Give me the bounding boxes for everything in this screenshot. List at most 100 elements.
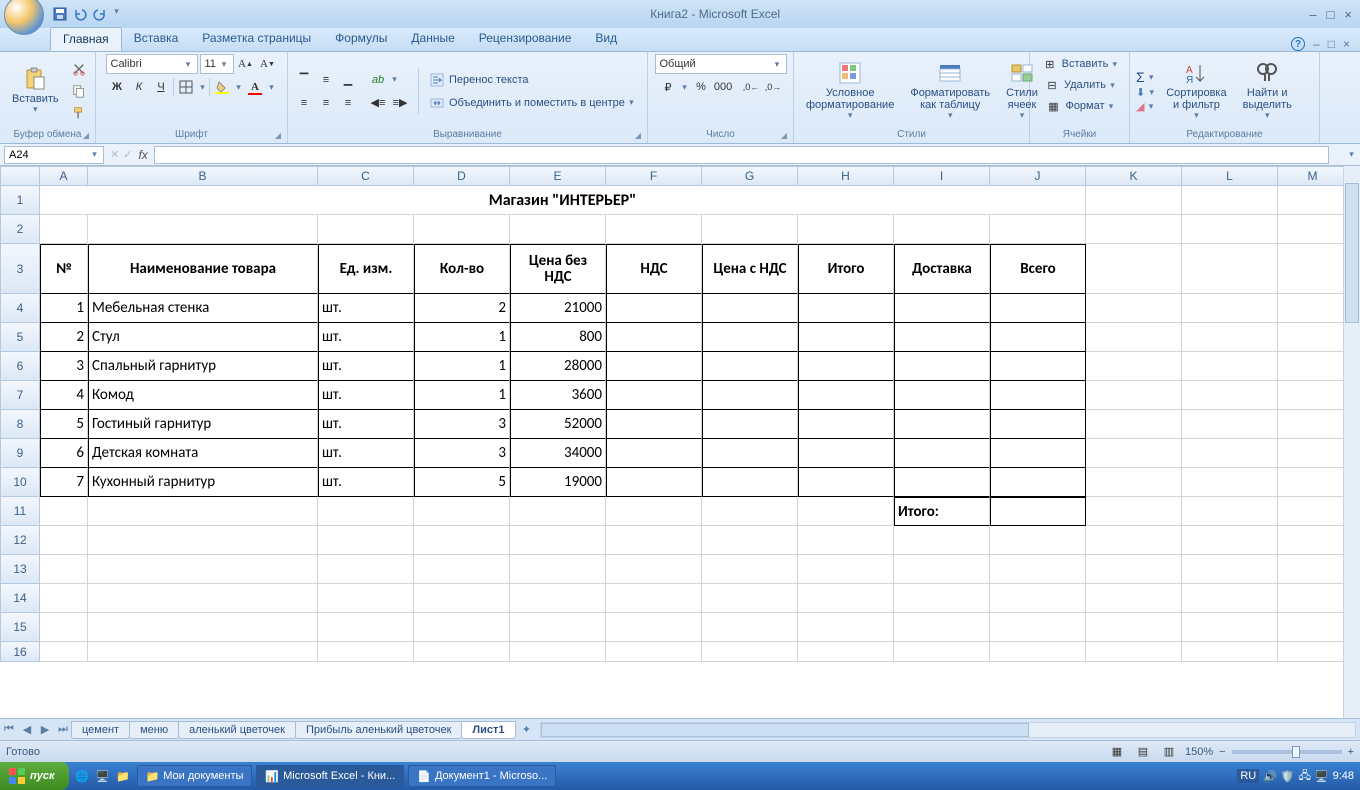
cell[interactable] [1278,526,1348,555]
cell[interactable] [894,613,990,642]
cell[interactable] [1086,381,1182,410]
cell[interactable] [510,497,606,526]
cell[interactable] [1086,323,1182,352]
cell[interactable]: Гостиный гарнитур [88,410,318,439]
cell[interactable] [1086,186,1182,215]
cell[interactable]: Мебельная стенка [88,294,318,323]
ribbon-tab[interactable]: Формулы [323,27,399,51]
ribbon-tab[interactable]: Разметка страницы [190,27,323,51]
shrink-font-button[interactable]: A▼ [258,54,278,74]
dialog-launcher-icon[interactable]: ◢ [83,131,89,140]
cell[interactable] [702,294,798,323]
zoom-slider[interactable] [1232,750,1342,754]
cell[interactable] [510,642,606,662]
cell[interactable] [1278,555,1348,584]
row-header[interactable]: 12 [0,526,40,555]
cell[interactable] [798,323,894,352]
cell[interactable] [40,555,88,584]
cell[interactable] [88,215,318,244]
cell[interactable] [990,497,1086,526]
cell[interactable] [702,526,798,555]
cell[interactable]: 5 [40,410,88,439]
cell[interactable] [1086,555,1182,584]
taskbar-item[interactable]: 📊Microsoft Excel - Кни... [256,765,404,787]
format-cells-button[interactable]: ▦Формат▾ [1043,96,1115,116]
borders-dropdown[interactable]: ▾ [198,82,207,93]
cell[interactable] [894,439,990,468]
clock[interactable]: 9:48 [1333,770,1354,782]
align-left-button[interactable]: ≡ [294,93,314,113]
cell[interactable] [1278,497,1348,526]
cell[interactable] [318,497,414,526]
close-button[interactable]: × [1344,7,1352,22]
fill-color-dropdown[interactable]: ▾ [234,82,243,93]
cell[interactable] [414,497,510,526]
cell[interactable] [1278,584,1348,613]
cell[interactable] [606,381,702,410]
cell[interactable] [1278,613,1348,642]
cell[interactable] [40,642,88,662]
cell[interactable]: Кухонный гарнитур [88,468,318,497]
cell[interactable] [510,526,606,555]
taskbar-item[interactable]: 📁Мои документы [137,765,253,787]
font-name-combo[interactable]: Calibri▾ [106,54,198,74]
cell[interactable] [990,323,1086,352]
cell[interactable]: 1 [414,381,510,410]
fx-icon[interactable]: fx [138,148,147,162]
clear-button[interactable]: ◢▾ [1136,100,1156,113]
cell[interactable]: шт. [318,323,414,352]
cell[interactable]: 6 [40,439,88,468]
cell[interactable]: 7 [40,468,88,497]
cell[interactable] [606,352,702,381]
cell[interactable] [798,439,894,468]
sort-filter-button[interactable]: АЯ Сортировка и фильтр▾ [1160,59,1232,123]
align-top-button[interactable]: ▔ [294,70,314,90]
cell[interactable] [1182,613,1278,642]
tray-icon[interactable]: 🔊 [1263,770,1277,783]
cell[interactable] [88,584,318,613]
cell[interactable] [414,584,510,613]
cell[interactable] [606,526,702,555]
find-select-button[interactable]: Найти и выделить▾ [1237,59,1298,123]
format-as-table-button[interactable]: Форматировать как таблицу▾ [904,59,996,123]
zoom-out-button[interactable]: − [1219,746,1225,758]
vertical-scrollbar[interactable] [1343,166,1360,718]
cell[interactable]: Цена без НДС [510,244,606,294]
cell[interactable] [1086,497,1182,526]
cell[interactable]: Всего [990,244,1086,294]
cell[interactable] [894,642,990,662]
cell[interactable]: шт. [318,439,414,468]
view-normal-icon[interactable]: ▦ [1107,742,1127,762]
decrease-decimal-button[interactable]: ,0→ [763,77,783,97]
cell[interactable]: шт. [318,468,414,497]
enter-formula-icon[interactable]: ✓ [123,148,132,161]
language-indicator[interactable]: RU [1237,769,1259,783]
cell[interactable] [990,352,1086,381]
cell[interactable] [1086,244,1182,294]
autosum-button[interactable]: Σ▾ [1136,69,1156,85]
view-layout-icon[interactable]: ▤ [1133,742,1153,762]
cell[interactable] [40,613,88,642]
row-header[interactable]: 15 [0,613,40,642]
cell[interactable] [990,555,1086,584]
cell[interactable] [606,294,702,323]
cell[interactable] [798,642,894,662]
cell[interactable] [606,323,702,352]
column-header[interactable]: F [606,166,702,186]
column-header[interactable]: A [40,166,88,186]
row-header[interactable]: 4 [0,294,40,323]
cell[interactable] [40,215,88,244]
sheet-tab[interactable]: цемент [71,721,130,739]
row-header[interactable]: 13 [0,555,40,584]
cell[interactable]: Детская комната [88,439,318,468]
cell[interactable] [894,584,990,613]
align-bottom-button[interactable]: ▁ [338,70,358,90]
cell[interactable] [1182,381,1278,410]
insert-cells-button[interactable]: ⊞Вставить▾ [1040,54,1120,74]
dialog-launcher-icon[interactable]: ◢ [781,131,787,140]
cell[interactable]: Доставка [894,244,990,294]
column-header[interactable]: K [1086,166,1182,186]
column-header[interactable]: I [894,166,990,186]
cell[interactable]: 19000 [510,468,606,497]
borders-button[interactable] [176,77,196,97]
